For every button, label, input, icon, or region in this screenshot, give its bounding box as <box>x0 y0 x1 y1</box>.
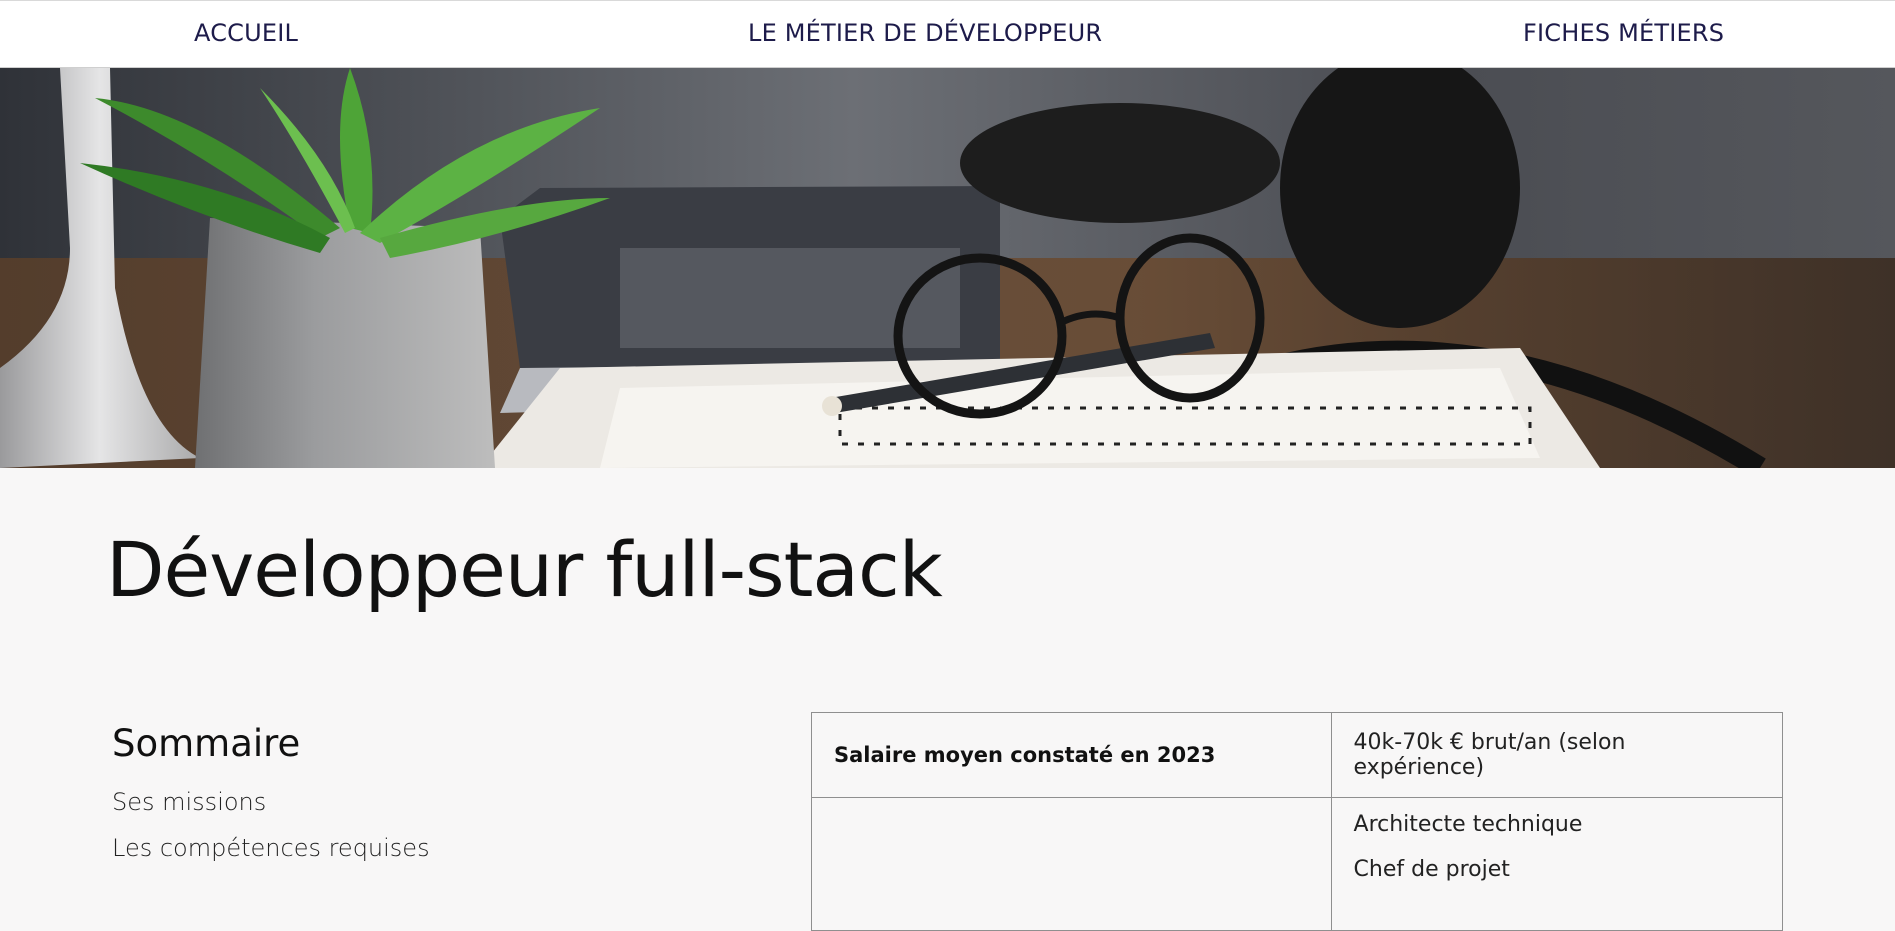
nav-link-fiches-metiers[interactable]: FICHES MÉTIERS <box>1523 19 1724 47</box>
toc-list: Ses missions Les compétences requises <box>112 787 672 879</box>
career-item: Chef de projet <box>1353 857 1510 882</box>
toc-item-competences[interactable]: Les compétences requises <box>112 833 672 879</box>
hero-image <box>0 68 1895 468</box>
salary-value: 40k-70k € brut/an (selon expérience) <box>1330 712 1784 798</box>
careers-list-cell: Architecte technique Chef de projet <box>1330 797 1784 931</box>
nav-link-accueil[interactable]: ACCUEIL <box>194 19 298 47</box>
toc-heading: Sommaire <box>112 722 301 765</box>
job-info-table: Salaire moyen constaté en 2023 40k-70k €… <box>811 712 1784 931</box>
careers-label-cell <box>811 797 1332 931</box>
career-item: Architecte technique <box>1353 812 1583 837</box>
page-title: Développeur full-stack <box>106 525 943 614</box>
table-row: Architecte technique Chef de projet <box>811 797 1784 931</box>
salary-label: Salaire moyen constaté en 2023 <box>811 712 1332 798</box>
table-row: Salaire moyen constaté en 2023 40k-70k €… <box>811 712 1784 798</box>
top-navigation: ACCUEIL LE MÉTIER DE DÉVELOPPEUR FICHES … <box>0 0 1895 68</box>
toc-item-missions[interactable]: Ses missions <box>112 787 672 833</box>
nav-link-metier-developpeur[interactable]: LE MÉTIER DE DÉVELOPPEUR <box>748 19 1102 47</box>
table-of-contents: Sommaire Ses missions Les compétences re… <box>112 722 672 879</box>
